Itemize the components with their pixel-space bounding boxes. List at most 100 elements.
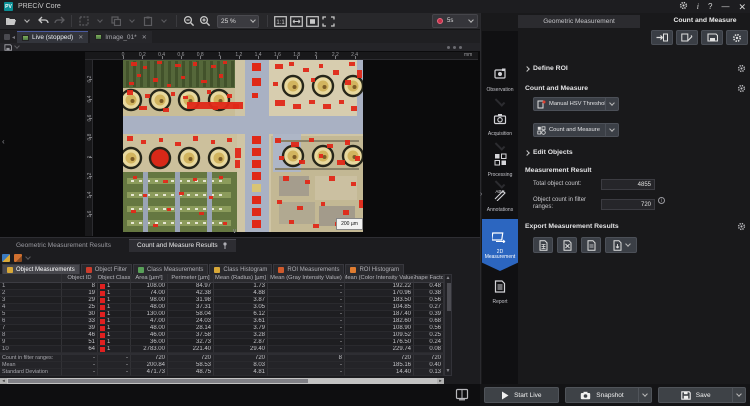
snapshot-dropdown-icon[interactable]	[638, 388, 651, 402]
filter-info-icon[interactable]: i	[658, 197, 665, 204]
column-header[interactable]: Mean (Radius) [µm]	[214, 274, 268, 283]
table-vertical-scrollbar[interactable]: ▲ ▼	[444, 274, 452, 376]
filter-count-field[interactable]: 720	[601, 199, 655, 210]
snapshot-button[interactable]: Snapshot	[565, 387, 653, 403]
settings-gear-icon[interactable]	[679, 1, 688, 13]
collapse-left-icon[interactable]: ‹	[2, 137, 5, 146]
edit-objects-header[interactable]: Edit Objects	[525, 149, 573, 156]
export-csv-icon[interactable]	[581, 237, 601, 253]
define-roi-gear-icon[interactable]	[737, 64, 746, 73]
zoom-level-select[interactable]: 25 %	[217, 15, 259, 28]
select-region-dropdown[interactable]	[93, 14, 107, 28]
count-measure-button[interactable]: Count and Measure	[533, 123, 619, 137]
column-header[interactable]: Object ID	[62, 274, 98, 283]
column-header[interactable]: Mean (Color Intensity Value)	[345, 274, 414, 283]
subtab-object-measurements[interactable]: Object Measurements	[2, 264, 80, 274]
table-row[interactable]: 846146.0037.583.28-109.520.25	[0, 332, 444, 339]
table-row[interactable]: 219174.0042.384.88-170.960.38	[0, 290, 444, 297]
minimize-icon[interactable]: —	[721, 2, 729, 12]
subtab-roi-histogram[interactable]: ROI Histogram	[345, 264, 404, 274]
nav-item-processing[interactable]: Processing	[482, 149, 518, 183]
tab-image01[interactable]: Image_01* ✕	[90, 31, 151, 43]
count-measure-gear-icon[interactable]	[737, 84, 746, 93]
image-viewer[interactable]: 00.20.40.60.811.21.41.61.822.22.4 0.20.4…	[0, 51, 480, 237]
count-measure-dropdown-icon[interactable]	[605, 124, 618, 136]
copy-icon[interactable]	[109, 14, 123, 28]
save-button[interactable]: Save	[658, 387, 746, 403]
expand-down-icon[interactable]: ∨	[232, 227, 237, 235]
threshold-dropdown-icon[interactable]	[605, 98, 618, 110]
define-roi-header[interactable]: Define ROI	[525, 65, 568, 72]
close-icon[interactable]: ✕	[738, 2, 746, 12]
nav-item-annotations[interactable]: ABC Annotations	[482, 185, 518, 217]
results-tab-idle[interactable]: Geometric Measurement Results	[8, 240, 119, 252]
export-excel-icon[interactable]	[533, 237, 553, 253]
table-row[interactable]: 106412783.00221.4029.40-229.740.08	[0, 346, 444, 353]
copy-dropdown[interactable]	[125, 14, 139, 28]
table-row[interactable]: 181108.0084.971.73-192.220.48	[0, 283, 444, 290]
subtab-class-measurements[interactable]: Class Measurements	[133, 264, 208, 274]
table-row[interactable]: 739148.0028.143.79-108.900.56	[0, 325, 444, 332]
view-options-icons[interactable]	[447, 46, 462, 49]
tab-live-close-icon[interactable]: ✕	[78, 34, 83, 41]
table-row[interactable]: 329198.0031.983.87-183.500.56	[0, 297, 444, 304]
export-gear-icon[interactable]	[737, 222, 746, 231]
column-header[interactable]: Perimeter [µm]	[168, 274, 214, 283]
open-file-dropdown[interactable]	[20, 14, 34, 28]
paste-icon[interactable]	[141, 14, 155, 28]
fullscreen-icon[interactable]	[321, 14, 335, 28]
export-workbook-icon[interactable]	[557, 237, 577, 253]
tab-list-icon[interactable]	[4, 34, 10, 40]
export-more-dropdown-icon[interactable]	[625, 241, 631, 247]
subtab-class-histogram[interactable]: Class Histogram	[209, 264, 272, 274]
collapse-panel-icon[interactable]: ›	[480, 191, 482, 198]
microscope-image[interactable]	[123, 60, 363, 232]
table-row[interactable]: 951136.0032.732.87-176.500.24	[0, 339, 444, 346]
undo-icon[interactable]	[36, 14, 50, 28]
export-table-icon[interactable]	[2, 254, 10, 262]
start-live-button[interactable]: Start Live	[484, 387, 559, 403]
column-header[interactable]: Area [µm²]	[131, 274, 168, 283]
redo-icon[interactable]	[52, 14, 66, 28]
table-row[interactable]: 5301130.0058.046.12-187.400.39	[0, 311, 444, 318]
tab-scroll-left-icon[interactable]: ◂	[12, 34, 15, 41]
nav-item-acquisition[interactable]: Acquisition	[482, 105, 518, 145]
table-row[interactable]: 425148.0037.313.05-104.850.27	[0, 304, 444, 311]
subtab-object-filter[interactable]: Object Filter	[81, 264, 132, 274]
export-more-button[interactable]	[605, 237, 637, 253]
column-header[interactable]: Mean (Gray Intensity Value)	[268, 274, 345, 283]
tab-geometric-measurement[interactable]: Geometric Measurement	[518, 15, 640, 28]
nav-item-observation[interactable]: Observation	[482, 61, 518, 101]
total-count-field[interactable]: 4855	[601, 179, 655, 190]
paste-dropdown[interactable]	[157, 14, 171, 28]
save-dropdown-icon[interactable]	[732, 388, 745, 402]
edit-settings-icon[interactable]	[676, 30, 698, 45]
threshold-method-button[interactable]: Manual HSV Threshold...	[533, 97, 619, 111]
apply-to-image-icon[interactable]	[651, 30, 673, 45]
nav-item-report[interactable]: Report	[482, 275, 518, 311]
zoom-to-selection-icon[interactable]	[305, 14, 319, 28]
fit-to-window-icon[interactable]	[289, 14, 303, 28]
zoom-1to1-icon[interactable]: 1:1	[273, 14, 287, 28]
save-settings-icon[interactable]	[701, 30, 723, 45]
table-row[interactable]: 633147.0024.033.61-182.600.68	[0, 318, 444, 325]
results-options-icon[interactable]	[14, 254, 22, 262]
results-tab-active[interactable]: Count and Measure Results	[129, 239, 236, 252]
subtab-roi-measurements[interactable]: ROI Measurements	[273, 264, 344, 274]
info-icon[interactable]: i	[697, 2, 699, 12]
tab-live[interactable]: Live (stopped) ✕	[17, 31, 88, 43]
tool-options-gear-icon[interactable]	[726, 30, 748, 45]
nav-item-2d-measurement[interactable]: 2D Measurement	[482, 219, 518, 271]
column-header[interactable]: Object Class	[98, 274, 131, 283]
save-view-icon[interactable]	[4, 44, 12, 51]
select-region-icon[interactable]	[77, 14, 91, 28]
zoom-in-icon[interactable]	[198, 14, 212, 28]
snapshot-timer-select[interactable]: 5s	[432, 14, 478, 28]
help-icon[interactable]: ?	[708, 2, 712, 12]
help-manual-icon[interactable]	[455, 388, 469, 401]
open-file-icon[interactable]	[4, 14, 18, 28]
tab-image01-close-icon[interactable]: ✕	[142, 34, 147, 41]
zoom-out-icon[interactable]	[182, 14, 196, 28]
pin-icon[interactable]	[222, 242, 228, 249]
column-header[interactable]: Shape Factor	[414, 274, 444, 283]
